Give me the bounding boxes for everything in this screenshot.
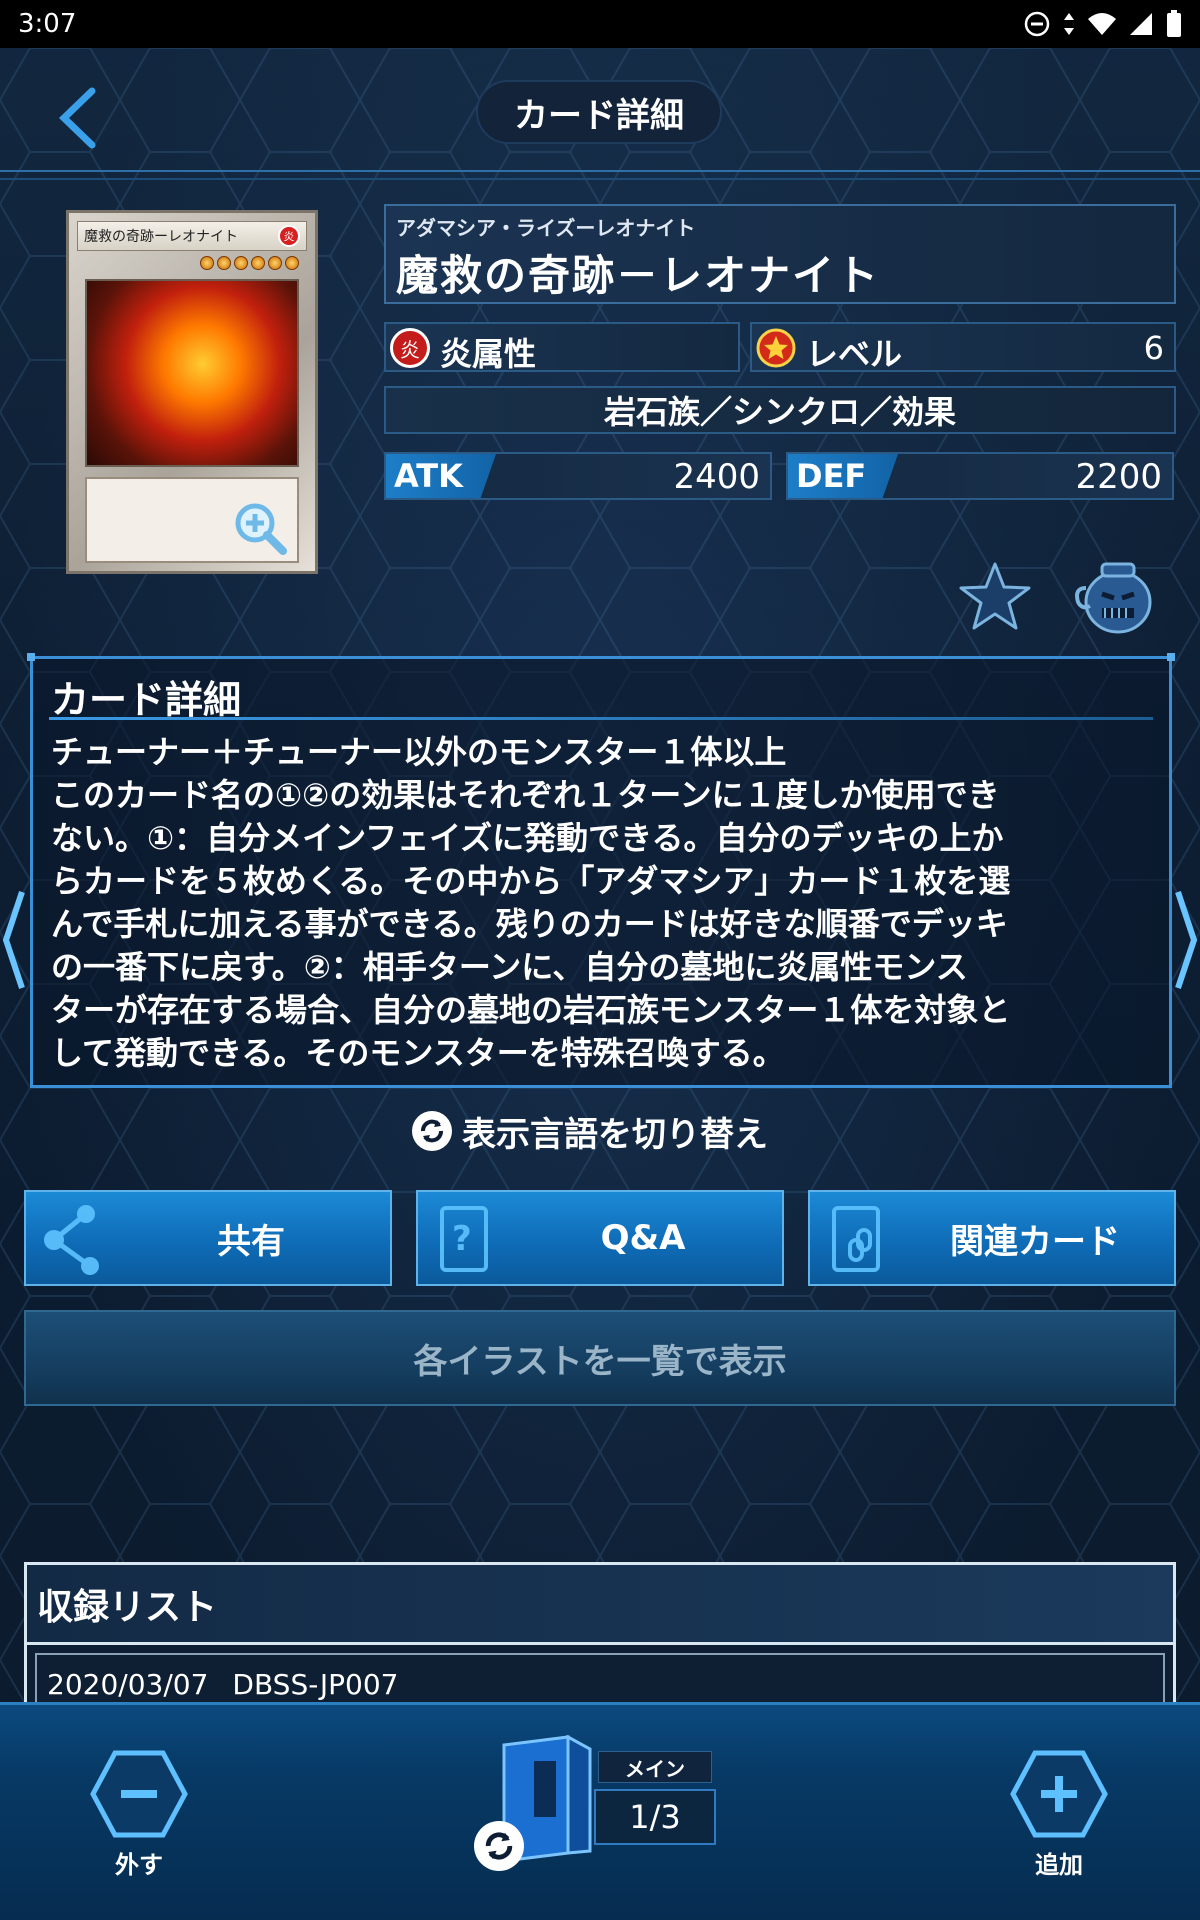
card-detail-divider [49,717,1153,720]
atk-value: 2400 [673,457,760,497]
attribute-box: 炎 炎属性 [384,322,740,373]
level-box: レベル 6 [750,322,1176,373]
share-icon [44,1205,99,1275]
share-button-label: 共有 [217,1221,285,1262]
card-artwork [85,279,299,467]
view-all-illustrations-button[interactable]: 各イラストを一覧で表示 [24,1310,1176,1406]
add-button[interactable]: 追加 [1004,1749,1114,1880]
release-code: DBSS-JP007 [232,1667,399,1701]
qa-icon: ? [440,1206,488,1272]
card-name-box: アダマシア・ライズーレオナイト 魔救の奇跡－レオナイト [384,204,1176,304]
related-cards-button-label: 関連カード [950,1221,1120,1262]
data-arrows-icon [1064,13,1074,35]
level-star-icon [217,256,231,270]
card-thumb-attribute-icon: 炎 [278,225,300,247]
header-divider-2 [0,178,1200,180]
switch-language-icon [412,1111,452,1151]
related-cards-button[interactable]: 関連カード [808,1190,1176,1286]
qa-button-label: Q&A [600,1218,686,1258]
card-image[interactable]: 魔救の奇跡ーレオナイト 炎 [66,210,318,574]
card-detail-title: カード詳細 [51,678,242,722]
card-name-ruby: アダマシア・ライズーレオナイト [396,216,696,240]
card-name: 魔救の奇跡－レオナイト [396,251,881,300]
status-time: 3:07 [18,9,77,39]
release-list-title: 収録リスト [27,1565,1173,1645]
qa-button[interactable]: ? Q&A [416,1190,784,1286]
def-value: 2200 [1075,457,1162,497]
prev-card-arrow-icon[interactable] [0,888,26,992]
zoom-icon[interactable] [231,499,289,557]
fire-attribute-icon: 炎 [390,328,430,368]
battery-icon [1167,10,1181,37]
def-label: DEF [788,454,898,498]
atk-label: ATK [386,454,496,498]
header: カード詳細 [0,48,1200,180]
level-star-icon [756,328,796,368]
linked-card-icon [832,1206,880,1272]
dnd-icon [1024,11,1050,37]
header-divider [0,170,1200,172]
attribute-label: 炎属性 [440,335,537,373]
card-thumb-name-strip: 魔救の奇跡ーレオナイト 炎 [77,221,307,251]
level-star-icon [268,256,282,270]
pot-of-greed-icon[interactable] [1072,558,1158,636]
card-effect-text: チューナー＋チューナー以外のモンスター１体以上 このカード名の①②の効果はそれぞ… [51,733,1011,1072]
status-bar: 3:07 [0,0,1200,48]
remove-label: 外す [115,1851,163,1879]
language-toggle[interactable]: 表示言語を切り替え [412,1108,768,1155]
status-icons [1024,10,1182,38]
atk-box: ATK 2400 [384,452,772,500]
share-button[interactable]: 共有 [24,1190,392,1286]
wifi-icon [1088,13,1116,35]
language-toggle-label: 表示言語を切り替え [462,1114,768,1155]
card-thumb-name: 魔救の奇跡ーレオナイト [84,229,238,245]
card-thumb-textbox [85,477,299,563]
level-star-icon [234,256,248,270]
card-type-line: 岩石族／シンクロ／効果 [384,386,1176,434]
add-label: 追加 [1035,1851,1083,1879]
deck-count: 1/3 [594,1789,716,1845]
deck-label: メイン [598,1751,712,1783]
def-box: DEF 2200 [786,452,1174,500]
minus-hexagon-icon [90,1750,188,1838]
back-arrow-icon[interactable] [52,83,102,153]
card-thumb-level-stars [77,251,307,277]
level-star-icon [285,256,299,270]
remove-button[interactable]: 外す [84,1749,194,1880]
signal-icon [1130,13,1152,35]
deck-sync-icon[interactable] [474,1821,524,1871]
svg-text:?: ? [452,1219,472,1259]
favorite-star-icon[interactable] [958,560,1032,632]
level-star-icon [251,256,265,270]
bottom-bar: 外す メイン 1/3 追加 [0,1702,1200,1920]
list-item[interactable]: 2020/03/07 DBSS-JP007 [35,1653,1165,1702]
next-card-arrow-icon[interactable] [1174,888,1200,992]
page-title: カード詳細 [476,80,722,144]
level-label: レベル [806,335,903,373]
release-date: 2020/03/07 [47,1667,209,1701]
release-list-panel: 収録リスト 2020/03/07 DBSS-JP007 [24,1562,1176,1702]
plus-hexagon-icon [1010,1750,1108,1838]
level-star-icon [200,256,214,270]
level-value: 6 [1143,329,1164,367]
card-detail-panel: カード詳細 チューナー＋チューナー以外のモンスター１体以上 このカード名の①②の… [27,653,1175,1088]
